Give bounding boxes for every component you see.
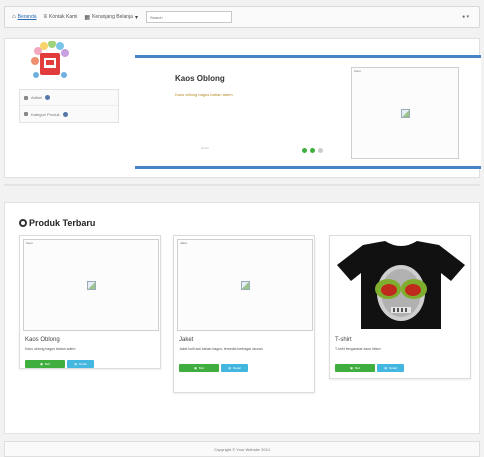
product-card: T-shirt T-shirt bergambar kaos hitam ▣ B… xyxy=(329,235,471,379)
home-icon: ⌂ xyxy=(12,14,16,20)
product-card: Jaket Jaket Jaket kulit asli bahan bagus… xyxy=(173,235,315,393)
carousel-dot[interactable] xyxy=(302,148,307,153)
broken-image-icon xyxy=(401,109,410,118)
product-actions: ▣ Beli ▤ Detail xyxy=(179,364,248,372)
buy-button-label: Beli xyxy=(44,362,50,366)
carousel-indicators xyxy=(302,148,323,153)
cart-icon: ▣ xyxy=(40,362,43,366)
top-navbar: ⌂ Beranda ≡ Kontak Kami ▦ Keranjang Bela… xyxy=(4,6,480,28)
products-section: Produk Terbaru Kaos Kaos Oblong Kaos obl… xyxy=(4,202,480,434)
detail-button[interactable]: ▤ Detail xyxy=(377,364,404,372)
nav-home[interactable]: ⌂ Beranda xyxy=(12,14,37,20)
sidebar-item-label: Kategori Produk xyxy=(31,111,60,117)
image-alt-text: Jaket xyxy=(180,241,188,245)
sidebar-item-label: Artikel xyxy=(31,95,43,100)
info-icon: ▤ xyxy=(384,366,388,370)
buy-button[interactable]: ▣ Beli xyxy=(335,364,375,372)
section-title: Produk Terbaru xyxy=(29,218,96,228)
nav-item-3[interactable]: ▦ Keranjang Belanja ▾ xyxy=(84,14,138,21)
nav-home-label: Beranda xyxy=(17,14,37,20)
product-description: T-shirt bergambar kaos hitam xyxy=(335,347,381,351)
nav-item-2[interactable]: ≡ Kontak Kami xyxy=(44,14,78,20)
nav-item-3-label: Keranjang Belanja xyxy=(92,14,133,20)
carousel-description: Kaos oblong bagus bahan adem xyxy=(175,92,233,97)
product-card: Kaos Kaos Oblong Kaos oblong bagus bahan… xyxy=(19,235,161,369)
image-alt-text: Kaos xyxy=(354,69,361,73)
product-description: Jaket kulit asli bahan bagus, tersedia b… xyxy=(179,347,263,351)
buy-button-label: Beli xyxy=(198,366,204,370)
cart-icon: ▣ xyxy=(194,366,197,370)
detail-button-label: Detail xyxy=(79,362,87,366)
search-input[interactable] xyxy=(145,11,232,23)
sidebar-item-artikel[interactable]: Artikel xyxy=(20,90,118,106)
nav-item-2-label: Kontak Kami xyxy=(49,14,78,20)
cart-icon: ▣ xyxy=(350,366,353,370)
nav-user-menu[interactable]: ● ▾ xyxy=(462,14,469,20)
info-icon: ▤ xyxy=(74,362,78,366)
product-description: Kaos oblong bagus bahan adem xyxy=(25,347,76,351)
footer: Copyright © Your Website 2014 xyxy=(4,441,480,457)
user-icon: ● xyxy=(462,14,466,20)
product-actions: ▣ Beli ▤ Detail xyxy=(335,364,404,372)
carousel: Kaos Oblong Kaos oblong bagus bahan adem… xyxy=(135,55,481,169)
section-divider xyxy=(4,184,480,186)
info-icon xyxy=(45,95,51,100)
product-name[interactable]: Jaket xyxy=(179,337,193,343)
product-name[interactable]: Kaos Oblong xyxy=(25,337,60,343)
carousel-dot[interactable] xyxy=(310,148,315,153)
copyright-text: Copyright © Your Website 2014 xyxy=(214,446,270,452)
detail-button-label: Detail xyxy=(233,366,241,370)
section-heading: Produk Terbaru xyxy=(19,218,95,228)
image-alt-text: Kaos xyxy=(26,241,33,245)
product-image[interactable]: Kaos xyxy=(23,239,159,331)
list-icon: ≡ xyxy=(43,14,48,20)
bullet-icon xyxy=(24,112,28,116)
detail-button[interactable]: ▤ Detail xyxy=(67,360,94,368)
buy-button[interactable]: ▣ Beli xyxy=(25,360,65,368)
detail-button[interactable]: ▤ Detail xyxy=(221,364,248,372)
circle-icon xyxy=(19,219,27,227)
sidebar-menu: Artikel Kategori Produk xyxy=(19,89,119,123)
info-icon: ▤ xyxy=(228,366,232,370)
buy-button-label: Beli xyxy=(354,366,360,370)
nav-user-caret: ▾ xyxy=(466,14,469,20)
carousel-dot[interactable] xyxy=(318,148,323,153)
broken-image-icon xyxy=(241,281,250,290)
carousel-title: Kaos Oblong xyxy=(175,74,225,83)
product-name[interactable]: T-shirt xyxy=(335,337,352,343)
cart-icon: ▦ xyxy=(84,14,91,21)
hero-section: Artikel Kategori Produk Kaos Oblong Kaos… xyxy=(4,38,481,178)
shop-logo-icon xyxy=(31,41,69,78)
broken-image-icon xyxy=(87,281,96,290)
chevron-down-icon: ▾ xyxy=(134,14,138,21)
detail-button-label: Detail xyxy=(389,366,397,370)
product-actions: ▣ Beli ▤ Detail xyxy=(25,360,94,368)
carousel-image[interactable]: Kaos xyxy=(351,67,459,159)
carousel-detail-button[interactable]: Detail xyxy=(201,146,209,150)
info-icon xyxy=(62,111,68,117)
sidebar-item-kategori[interactable]: Kategori Produk xyxy=(20,106,118,122)
tshirt-image[interactable] xyxy=(333,239,469,331)
buy-button[interactable]: ▣ Beli xyxy=(179,364,219,372)
bullet-icon xyxy=(24,95,28,100)
product-image[interactable]: Jaket xyxy=(177,239,313,331)
